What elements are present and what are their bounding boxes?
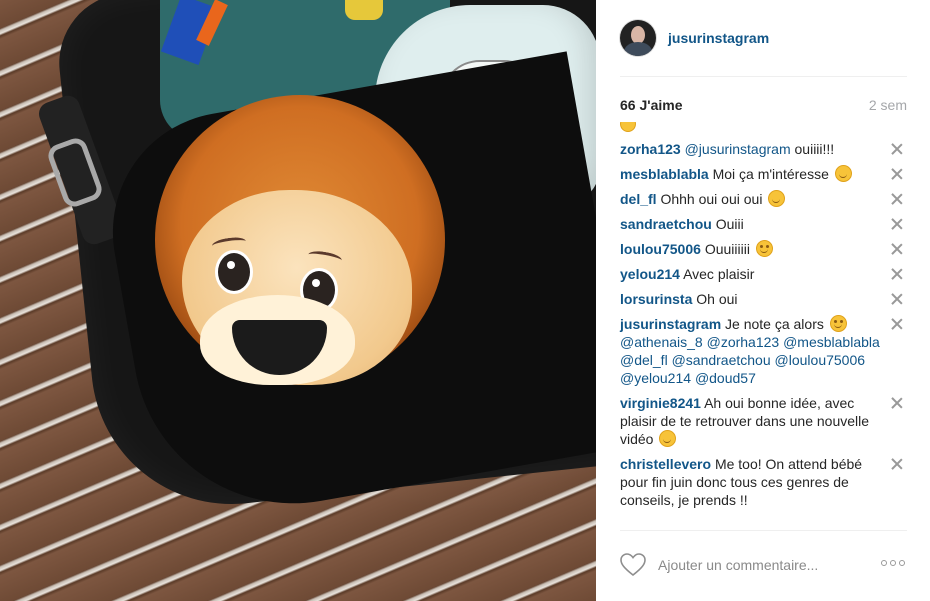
comment-mention[interactable]: @yelou214 xyxy=(620,370,691,386)
comment-text: Oh oui xyxy=(696,291,738,307)
post-photo[interactable] xyxy=(0,0,596,601)
close-icon[interactable] xyxy=(891,293,903,305)
comment-body: del_fl Ohhh oui oui oui xyxy=(620,190,882,208)
close-icon[interactable] xyxy=(891,458,903,470)
comment-item: mesblablabla Moi ça m'intéresse xyxy=(620,165,907,183)
comment-body: loulou75006 Ouuiiiiii xyxy=(620,240,882,258)
comment-body: mesblablabla Moi ça m'intéresse xyxy=(620,165,882,183)
comment-mention[interactable]: @jusurinstagram xyxy=(685,141,791,157)
yellow-toy xyxy=(345,0,383,20)
heart-icon[interactable] xyxy=(620,553,646,577)
header-divider xyxy=(620,76,907,77)
comment-mention[interactable]: @loulou75006 xyxy=(775,352,866,368)
more-options-icon[interactable] xyxy=(881,560,905,566)
close-icon[interactable] xyxy=(891,318,903,330)
close-icon[interactable] xyxy=(891,168,903,180)
comment-username[interactable]: jusurinstagram xyxy=(620,316,721,332)
emoji-wink-icon xyxy=(829,315,847,332)
comment-body: yelou214 Avec plaisir xyxy=(620,265,882,283)
emoji-wink-icon xyxy=(755,240,773,257)
close-icon[interactable] xyxy=(891,397,903,409)
post-header: jusurinstagram xyxy=(620,18,769,58)
close-icon[interactable] xyxy=(891,193,903,205)
comment-item: lorsurinsta Oh oui xyxy=(620,290,907,308)
comment-mention[interactable]: @athenais_8 xyxy=(620,334,703,350)
comment-username[interactable]: sandraetchou xyxy=(620,216,712,232)
comment-item: sandraetchou Ouiii xyxy=(620,215,907,233)
avatar[interactable] xyxy=(620,20,656,56)
comment-username[interactable]: del_fl xyxy=(620,191,657,207)
comment-item: del_fl Ohhh oui oui oui xyxy=(620,190,907,208)
comment-item: yelou214 Avec plaisir xyxy=(620,265,907,283)
footer-divider xyxy=(620,530,907,531)
comment-body: virginie8241 Ah oui bonne idée, avec pla… xyxy=(620,394,882,448)
comment-item: jusurinstagram Je note ça alors @athenai… xyxy=(620,315,907,387)
emoji-smile-icon xyxy=(834,165,852,182)
likes-row: 66 J'aime 2 sem xyxy=(620,97,907,113)
emoji-smile-icon xyxy=(659,430,677,447)
comment-item: virginie8241 Ah oui bonne idée, avec pla… xyxy=(620,394,907,448)
comment-mention[interactable]: @doud57 xyxy=(695,370,756,386)
comment-body: lorsurinsta Oh oui xyxy=(620,290,882,308)
comment-mention[interactable]: @del_fl xyxy=(620,352,668,368)
comment-username[interactable]: lorsurinsta xyxy=(620,291,692,307)
comment-mention[interactable]: @zorha123 xyxy=(707,334,780,350)
comment-text: Ouiii xyxy=(715,216,744,232)
comment-username[interactable]: zorha123 xyxy=(620,141,681,157)
comment-username[interactable]: loulou75006 xyxy=(620,241,701,257)
close-icon[interactable] xyxy=(891,143,903,155)
comment-text: ouiiii!!! xyxy=(790,141,835,157)
comment-text: Avec plaisir xyxy=(683,266,755,282)
comment-username[interactable]: christellevero xyxy=(620,456,711,472)
comment-item: christellevero Me too! On attend bébé po… xyxy=(620,455,907,509)
comment-item: loulou75006 Ouuiiiiii xyxy=(620,240,907,258)
comment-body: sandraetchou Ouiii xyxy=(620,215,882,233)
comment-mention[interactable]: @sandraetchou xyxy=(672,352,771,368)
close-icon[interactable] xyxy=(891,243,903,255)
comment-body: christellevero Me too! On attend bébé po… xyxy=(620,455,882,509)
comment-username[interactable]: virginie8241 xyxy=(620,395,701,411)
comment-item: zorha123 @jusurinstagram ouiiii!!! xyxy=(620,140,907,158)
comment-text: Moi ça m'intéresse xyxy=(712,166,833,182)
author-username[interactable]: jusurinstagram xyxy=(668,30,769,46)
post-time[interactable]: 2 sem xyxy=(869,97,907,113)
like-count[interactable]: 66 J'aime xyxy=(620,97,683,113)
comment-body: zorha123 @jusurinstagram ouiiii!!! xyxy=(620,140,882,158)
post-sidebar: jusurinstagram 66 J'aime 2 sem zorha123 … xyxy=(596,0,930,601)
comment-text: Ouuiiiiii xyxy=(704,241,754,257)
comment-body: jusurinstagram Je note ça alors @athenai… xyxy=(620,315,882,387)
close-icon[interactable] xyxy=(891,268,903,280)
comment-text: Ohhh oui oui oui xyxy=(660,191,767,207)
emoji-grin-icon xyxy=(768,190,786,207)
partial-emoji-icon xyxy=(620,122,636,132)
comment-username[interactable]: mesblablabla xyxy=(620,166,709,182)
comment-footer xyxy=(620,549,907,581)
comment-username[interactable]: yelou214 xyxy=(620,266,680,282)
lion-eye-left xyxy=(215,250,253,294)
close-icon[interactable] xyxy=(891,218,903,230)
comments-list: zorha123 @jusurinstagram ouiiii!!! mesbla… xyxy=(620,140,910,516)
comment-input[interactable] xyxy=(658,557,868,573)
comment-mention[interactable]: @mesblablabla xyxy=(783,334,880,350)
comment-text: Je note ça alors xyxy=(725,316,828,332)
